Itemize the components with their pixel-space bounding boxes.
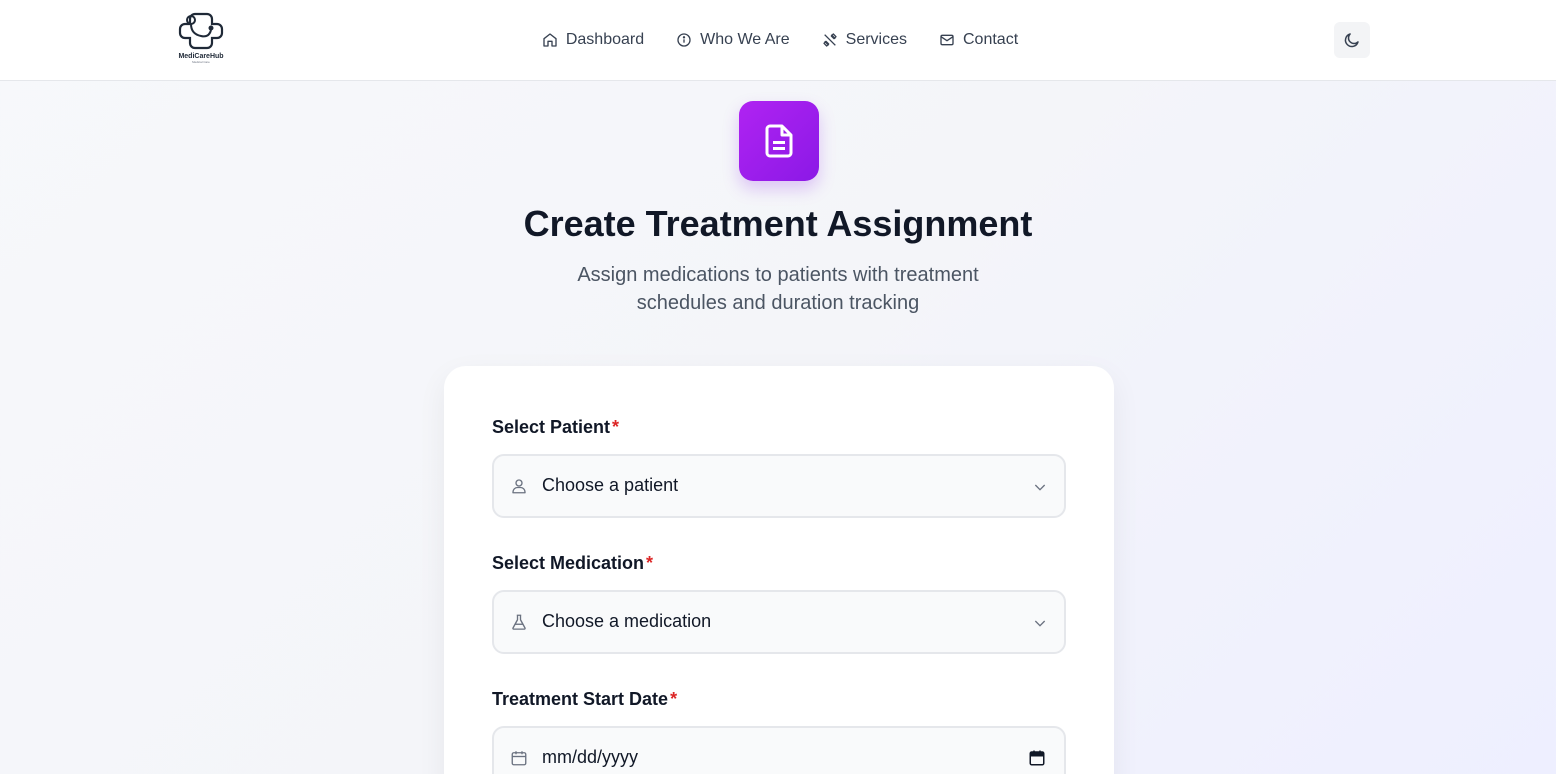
info-icon: [677, 33, 691, 47]
nav-label-services: Services: [845, 31, 907, 48]
medication-label-text: Select Medication: [492, 553, 645, 573]
flask-icon: [512, 614, 526, 630]
patient-select-value: Choose a patient: [542, 475, 679, 495]
theme-toggle-button[interactable]: [1334, 22, 1370, 58]
tools-icon: [822, 33, 837, 47]
treatment-form-card: Select Patient * Choose a patient Select …: [444, 366, 1114, 774]
nav-item-dashboard[interactable]: Dashboard: [542, 31, 644, 49]
required-marker: *: [670, 689, 678, 709]
medication-label: Select Medication *: [492, 553, 653, 574]
patient-select[interactable]: Choose a patient: [492, 454, 1066, 518]
page-subtitle: Assign medications to patients with trea…: [577, 264, 979, 314]
start-date-value: mm/dd/yyyy: [542, 747, 639, 767]
document-icon: [765, 124, 793, 158]
mail-icon: [940, 34, 954, 46]
start-date-label-text: Treatment Start Date: [492, 689, 669, 709]
nav-label-contact: Contact: [963, 31, 1019, 48]
home-icon: [543, 33, 557, 47]
start-date-label: Treatment Start Date *: [492, 689, 677, 710]
main-nav: Dashboard Who We Are Services Contact: [0, 0, 1556, 80]
chevron-down-icon: [1034, 620, 1046, 627]
medication-select-value: Choose a medication: [542, 611, 712, 631]
page-title: Create Treatment Assignment: [523, 203, 1033, 244]
nav-item-services[interactable]: Services: [822, 31, 907, 49]
patient-label-text: Select Patient: [492, 417, 611, 437]
nav-label-who-we-are: Who We Are: [700, 31, 790, 48]
moon-icon: [1344, 33, 1359, 48]
calendar-icon: [511, 751, 527, 766]
required-marker: *: [612, 417, 620, 437]
medication-select[interactable]: Choose a medication: [492, 590, 1066, 654]
nav-item-contact[interactable]: Contact: [939, 31, 1018, 49]
calendar-picker-icon[interactable]: [1028, 749, 1046, 767]
nav-item-who-we-are[interactable]: Who We Are: [676, 31, 790, 49]
hero-badge: [739, 101, 819, 181]
nav-label-dashboard: Dashboard: [565, 31, 645, 48]
chevron-down-icon: [1034, 484, 1046, 491]
user-icon: [512, 479, 526, 494]
patient-label: Select Patient *: [492, 417, 619, 438]
top-navigation-bar: MediCareHub Medical Care Dashboard Who W…: [0, 0, 1556, 81]
required-marker: *: [646, 553, 654, 573]
start-date-input[interactable]: mm/dd/yyyy: [492, 726, 1066, 774]
